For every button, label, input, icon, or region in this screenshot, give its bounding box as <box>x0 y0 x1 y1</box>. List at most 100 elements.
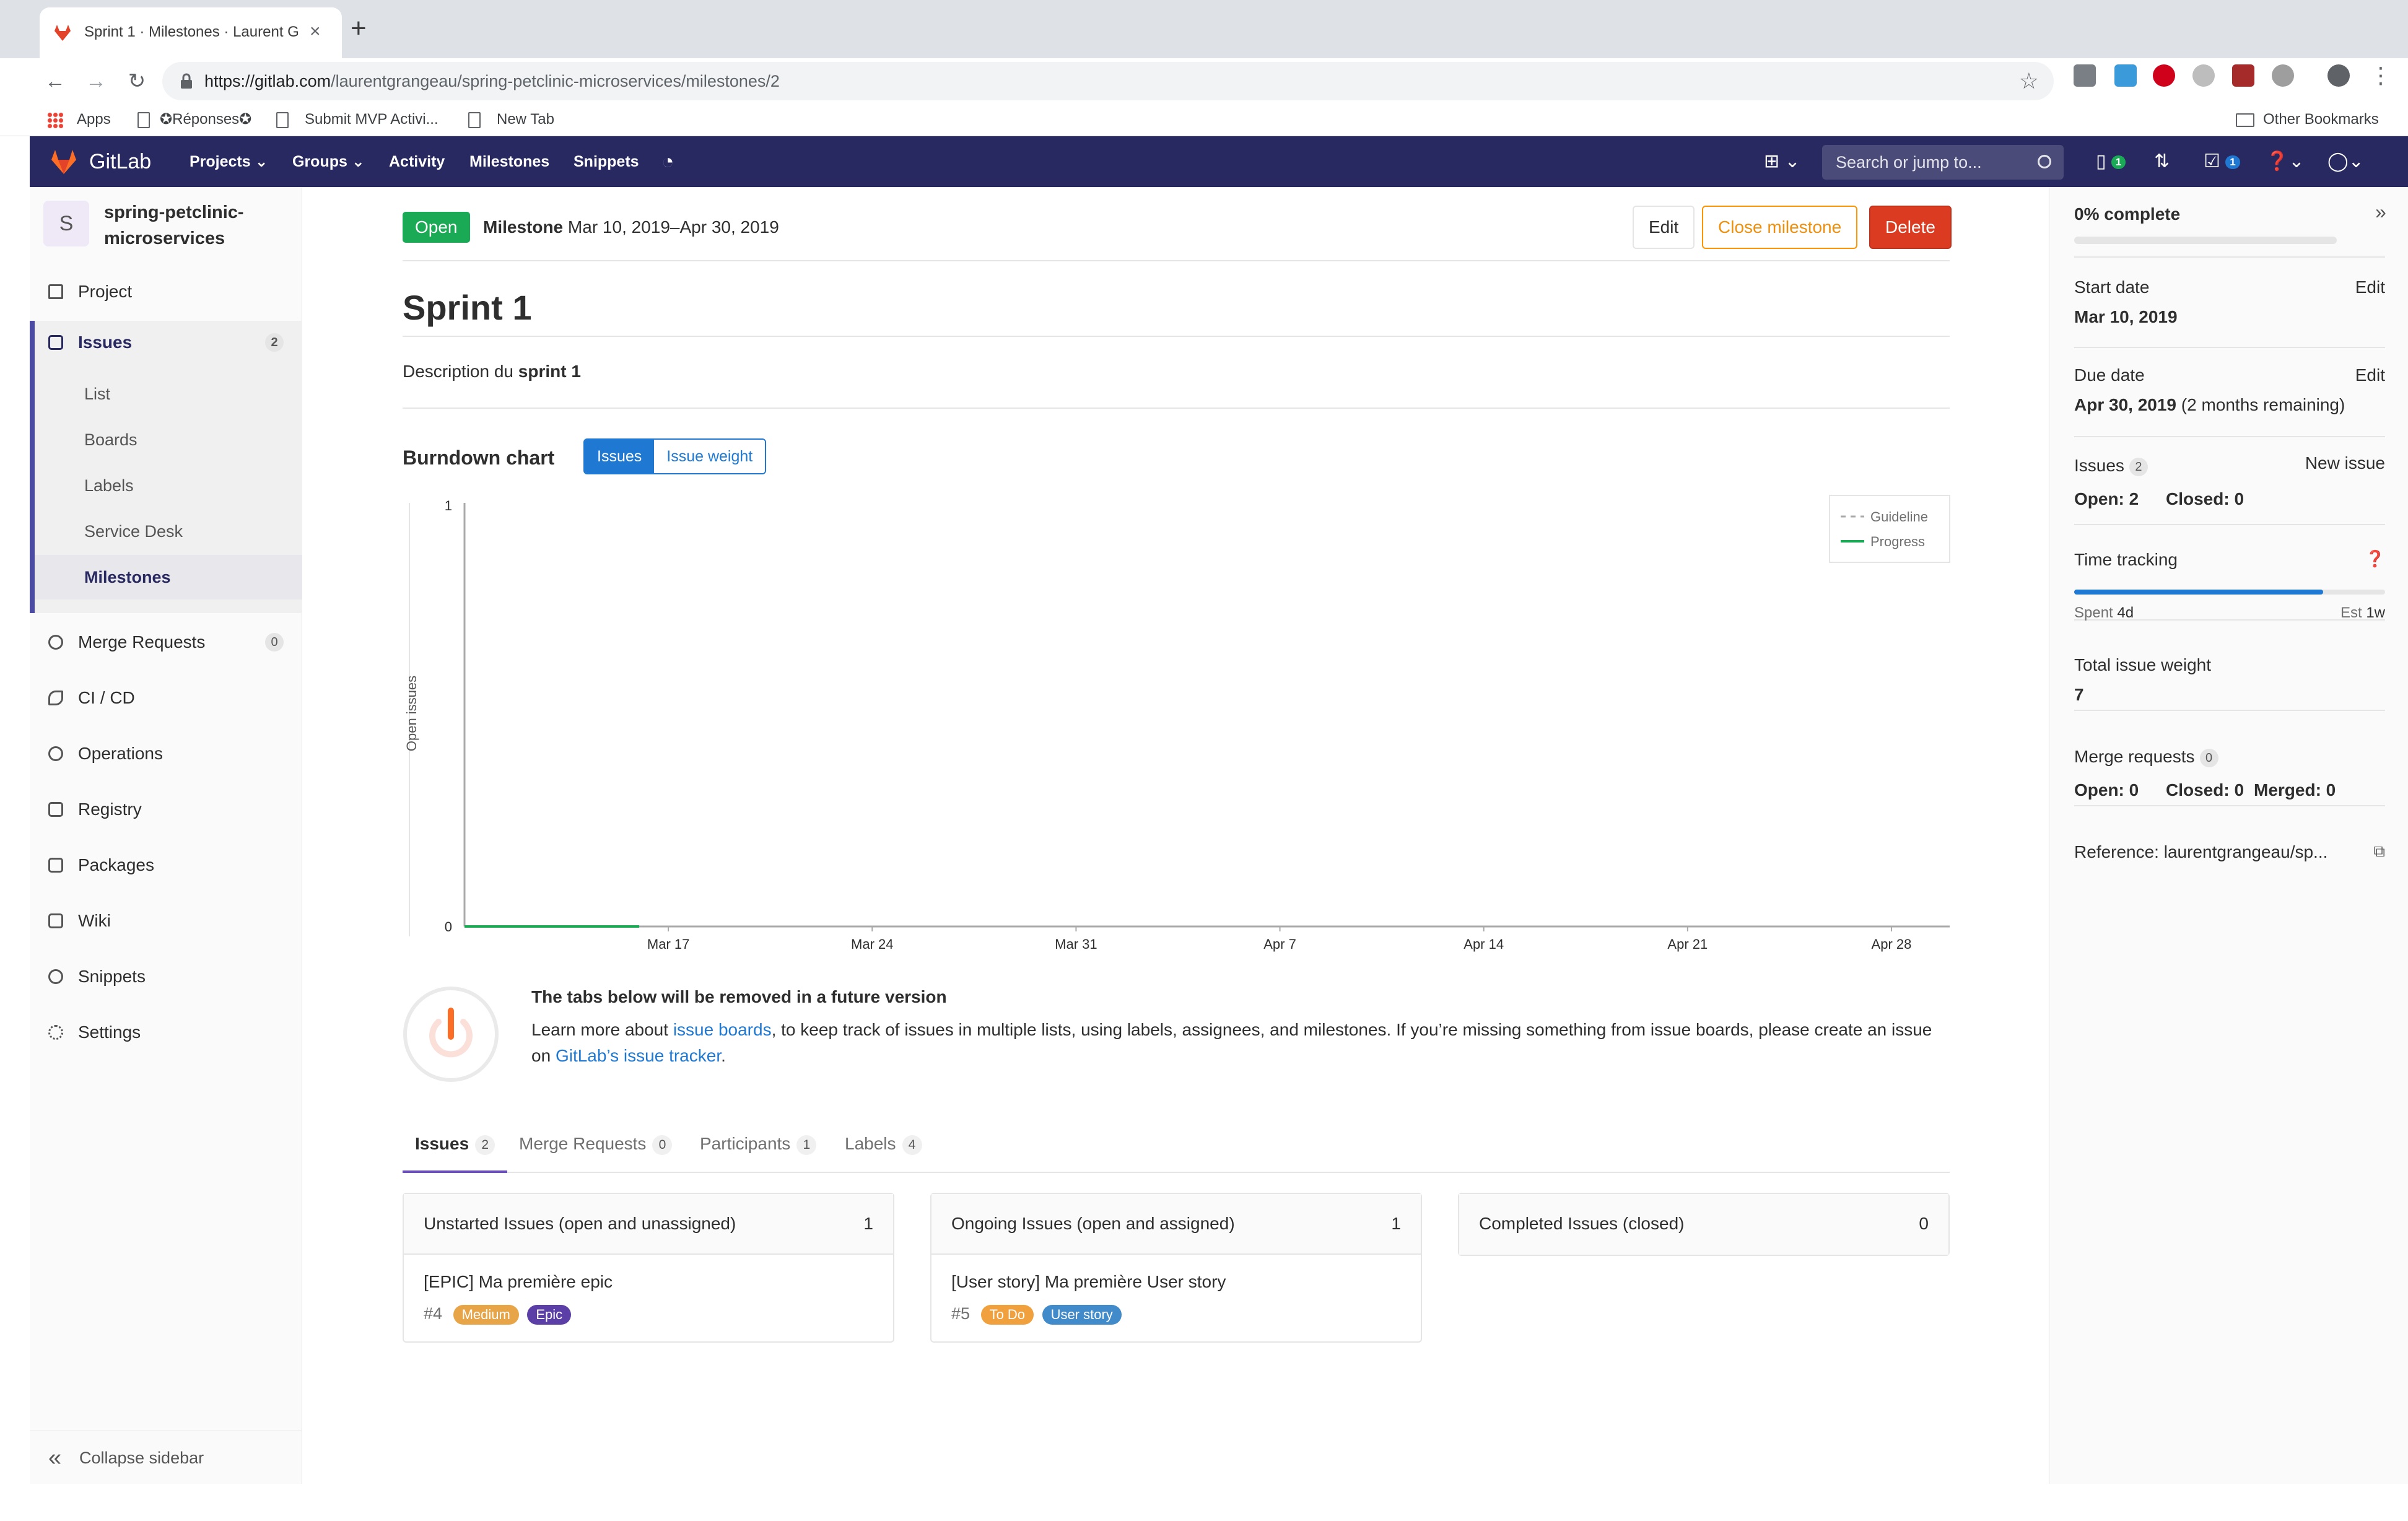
due-remaining: (2 months remaining) <box>2176 395 2345 414</box>
extension-badge-icon[interactable] <box>2114 64 2137 87</box>
back-icon[interactable]: ← <box>40 66 71 97</box>
mr-closed: Closed: 0 <box>2166 780 2244 800</box>
delete-button[interactable]: Delete <box>1869 206 1952 249</box>
sidebar-sub-labels[interactable]: Labels <box>35 463 302 508</box>
gitlab-brand[interactable]: GitLab <box>89 136 151 187</box>
label-badge[interactable]: To Do <box>980 1304 1034 1325</box>
toggle-issues-button[interactable]: Issues <box>585 440 655 473</box>
tab-labels[interactable]: Labels 4 <box>845 1116 922 1173</box>
sidebar-item-wiki[interactable]: Wiki <box>30 899 302 943</box>
new-tab-icon[interactable]: + <box>351 14 367 43</box>
issue-boards-link[interactable]: issue boards <box>673 1020 772 1039</box>
milestone-tabs: Issues 2 Merge Requests 0 Participants 1 La… <box>403 1116 1950 1173</box>
bookmark-star-icon[interactable]: ☆ <box>2019 67 2039 95</box>
tab-close-icon[interactable]: × <box>310 20 321 43</box>
tab-participants[interactable]: Participants 1 <box>700 1116 817 1173</box>
url-path: /laurentgrangeau/spring-petclinic-micros… <box>331 72 780 90</box>
legend-guideline-label: Guideline <box>1870 509 1928 525</box>
new-issue-link[interactable]: New issue <box>2305 452 2385 474</box>
label-badge[interactable]: User story <box>1042 1304 1122 1325</box>
page-icon <box>137 111 150 128</box>
home-icon <box>48 284 63 299</box>
browser-tabstrip: Sprint 1 · Milestones · Laurent G × + <box>0 0 2408 58</box>
sidebar-item-issues[interactable]: Issues 2 <box>30 321 302 364</box>
adblock-icon[interactable] <box>2153 64 2175 87</box>
new-item-plus-icon[interactable]: ⊞ ⌄ <box>1764 147 1800 176</box>
toggle-issue-weight-button[interactable]: Issue weight <box>654 440 766 473</box>
issues-label-text: Issues <box>2074 456 2124 475</box>
scissors-icon <box>48 969 63 984</box>
performance-bar-icon[interactable]: ◔ <box>661 147 674 176</box>
tab-merge-requests[interactable]: Merge Requests 0 <box>519 1116 673 1173</box>
forward-icon[interactable]: → <box>81 66 111 97</box>
global-search-input[interactable]: Search or jump to... <box>1822 145 2064 180</box>
board-unstarted: Unstarted Issues (open and unassigned) 1… <box>403 1193 894 1343</box>
edit-due-date-link[interactable]: Edit <box>2355 364 2385 386</box>
edit-button[interactable]: Edit <box>1633 206 1695 249</box>
sidebar-sub-service-desk[interactable]: Service Desk <box>35 509 302 554</box>
browser-menu-icon[interactable]: ⋮ <box>2370 61 2392 90</box>
address-bar[interactable]: https://gitlab.com/laurentgrangeau/sprin… <box>162 62 2054 100</box>
nav-groups[interactable]: Groups ⌄ <box>292 136 365 187</box>
due-date-label: Due date <box>2074 365 2145 385</box>
description-text: Description du <box>403 362 518 381</box>
nav-milestones[interactable]: Milestones <box>469 136 549 187</box>
extension-shield-icon[interactable] <box>2232 64 2254 87</box>
project-avatar[interactable]: S <box>43 201 89 246</box>
sidebar-item-snippets[interactable]: Snippets <box>30 955 302 998</box>
collapse-right-sidebar-icon[interactable]: » <box>2375 201 2386 224</box>
close-milestone-button[interactable]: Close milestone <box>1702 206 1858 249</box>
issue-tracker-link[interactable]: GitLab’s issue tracker <box>556 1046 721 1065</box>
browser-tab[interactable]: Sprint 1 · Milestones · Laurent G × <box>40 7 342 58</box>
help-circle-icon[interactable]: ❓ <box>2365 547 2385 570</box>
todos-nav-icon[interactable]: ☑ 1 <box>2204 147 2240 176</box>
nav-activity[interactable]: Activity <box>389 136 445 187</box>
extension-circle-icon[interactable] <box>2272 64 2294 87</box>
user-avatar-icon[interactable]: ◯⌄ <box>2327 147 2364 176</box>
page-icon <box>468 111 481 128</box>
extension-puzzle-icon[interactable] <box>2074 64 2096 87</box>
profile-icon[interactable] <box>2327 64 2350 87</box>
chart-x-tick-label: Apr 14 <box>1464 936 1504 952</box>
issues-closed: Closed: 0 <box>2166 489 2244 508</box>
sidebar-item-label: Settings <box>78 1022 141 1042</box>
double-chevron-left-icon: « <box>48 1445 62 1471</box>
sidebar-item-operations[interactable]: Operations <box>30 732 302 775</box>
sidebar-item-label: Project <box>78 282 133 301</box>
notice-text-part: Learn more about <box>531 1020 673 1039</box>
sidebar-sub-milestones[interactable]: Milestones <box>35 555 302 599</box>
nav-snippets[interactable]: Snippets <box>574 136 639 187</box>
help-icon[interactable]: ❓⌄ <box>2266 147 2305 176</box>
edit-start-date-link[interactable]: Edit <box>2355 276 2385 299</box>
tab-issues[interactable]: Issues 2 <box>403 1116 508 1173</box>
sidebar-item-packages[interactable]: Packages <box>30 843 302 887</box>
label-badge[interactable]: Medium <box>453 1304 519 1325</box>
sidebar-item-settings[interactable]: Settings <box>30 1011 302 1054</box>
reload-icon[interactable]: ↻ <box>121 66 152 97</box>
mr-label: Merge requests 0 <box>2074 746 2218 768</box>
bookmark-label: ✪Réponses✪ <box>160 111 252 128</box>
sidebar-sub-boards[interactable]: Boards <box>35 417 302 462</box>
issues-count-badge: 2 <box>265 333 284 352</box>
project-name[interactable]: spring-petclinic-microservices <box>104 199 290 251</box>
gitlab-logo-icon[interactable] <box>50 149 78 175</box>
issue-title[interactable]: [User story] Ma première User story <box>951 1270 1401 1294</box>
copy-icon[interactable]: ⧉ <box>2373 840 2385 862</box>
merge-request-nav-icon[interactable]: ⇅ <box>2154 147 2170 176</box>
issues-nav-icon[interactable]: ▯ 1 <box>2096 147 2126 176</box>
sidebar-sub-list[interactable]: List <box>35 372 302 416</box>
issue-title[interactable]: [EPIC] Ma première epic <box>424 1270 873 1294</box>
sidebar-item-ci-cd[interactable]: CI / CD <box>30 676 302 720</box>
issue-card[interactable]: [User story] Ma première User story #5 T… <box>931 1255 1421 1341</box>
extension-cloud-icon[interactable] <box>2192 64 2215 87</box>
sidebar-item-project[interactable]: Project <box>30 270 302 313</box>
issue-card[interactable]: [EPIC] Ma première epic #4 Medium Epic <box>404 1255 893 1341</box>
label-badge[interactable]: Epic <box>527 1304 572 1325</box>
nav-projects[interactable]: Projects ⌄ <box>190 136 268 187</box>
sidebar-item-merge-requests[interactable]: Merge Requests 0 <box>30 621 302 664</box>
chart-y-axis-label: Open issues <box>404 676 419 751</box>
sidebar-item-registry[interactable]: Registry <box>30 788 302 831</box>
burndown-chart: 1 0 Open issues Mar 17 Mar 24 Mar 31 Apr 7 A… <box>403 484 1951 967</box>
collapse-sidebar-button[interactable]: « Collapse sidebar <box>30 1431 302 1484</box>
merge-request-icon <box>48 635 63 650</box>
